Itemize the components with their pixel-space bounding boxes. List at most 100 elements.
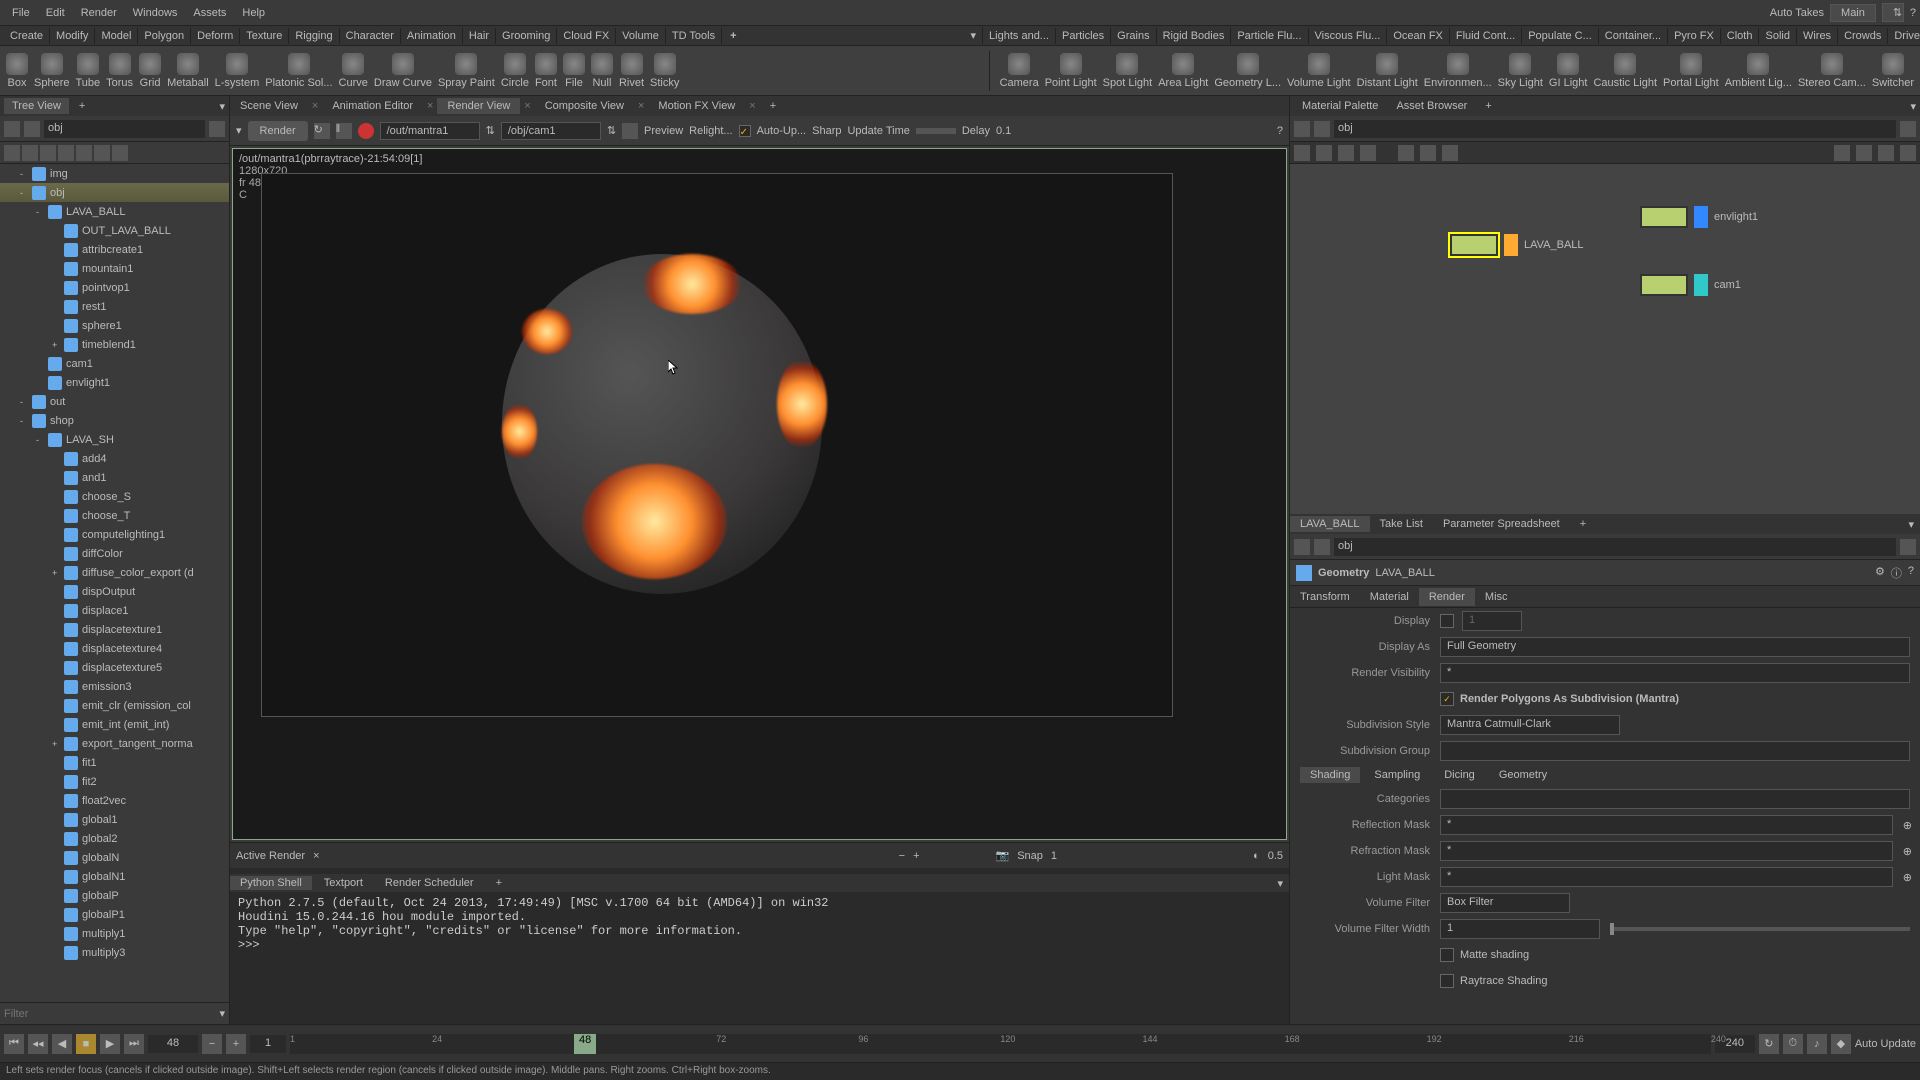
render-view[interactable]: /out/mantra1(pbrraytrace)-21:54:09[1] 12…	[232, 148, 1287, 840]
network-path-field[interactable]: obj	[1334, 120, 1896, 138]
tree-node[interactable]: OUT_LAVA_BALL	[0, 221, 229, 240]
param-subtab[interactable]: Material	[1360, 588, 1419, 606]
zoom-out-icon[interactable]: −	[899, 850, 905, 862]
param-subtab[interactable]: Transform	[1290, 588, 1360, 606]
rop-picker-icon[interactable]: ⇅	[486, 124, 495, 137]
updatetime-slider[interactable]	[916, 128, 956, 134]
shelf-tab[interactable]: Polygon	[138, 28, 191, 44]
tree-node[interactable]: add4	[0, 449, 229, 468]
tree-node[interactable]: +timeblend1	[0, 335, 229, 354]
shelf-tab[interactable]: Solid	[1759, 28, 1796, 44]
shading-subtab[interactable]: Sampling	[1364, 767, 1430, 783]
shelf-tab[interactable]: Rigid Bodies	[1157, 28, 1232, 44]
help-icon[interactable]: ?	[1910, 7, 1916, 19]
shading-subtab[interactable]: Shading	[1300, 767, 1360, 783]
tab-textport[interactable]: Textport	[314, 876, 373, 890]
net-fwd-icon[interactable]	[1314, 121, 1330, 137]
tab-render-scheduler[interactable]: Render Scheduler	[375, 876, 484, 890]
lightmask-picker-icon[interactable]: ⊕	[1903, 871, 1912, 884]
subdivgroup-field[interactable]	[1440, 741, 1910, 761]
shelf-tab[interactable]: Model	[95, 28, 138, 44]
net-opts-icon[interactable]	[1900, 145, 1916, 161]
tree-node[interactable]: -obj	[0, 183, 229, 202]
shelf-tool[interactable]: Sphere	[34, 53, 69, 89]
gear-icon[interactable]: ⚙	[1875, 565, 1885, 581]
tree-tool-4[interactable]	[58, 145, 74, 161]
node-name-label[interactable]: LAVA_BALL	[1375, 567, 1435, 579]
camera-icon[interactable]: 📷	[996, 849, 1010, 862]
play-back-button[interactable]: ◀	[52, 1034, 72, 1054]
shelf-tab[interactable]: Create	[4, 28, 50, 44]
menu-edit[interactable]: Edit	[38, 3, 73, 23]
filter-input[interactable]	[4, 1008, 219, 1020]
relight-label[interactable]: Relight...	[689, 125, 732, 137]
console-menu-icon[interactable]: ▾	[1271, 877, 1289, 890]
param-expand-icon[interactable]: ▾	[1902, 518, 1920, 531]
shelf-tool[interactable]: Distant Light	[1357, 53, 1418, 89]
tree-tool-2[interactable]	[22, 145, 38, 161]
shelf-tool[interactable]: Volume Light	[1287, 53, 1351, 89]
raytrace-checkbox[interactable]	[1440, 974, 1454, 988]
rop-dropdown[interactable]: /out/mantra1	[380, 122, 480, 140]
tree-node[interactable]: attribcreate1	[0, 240, 229, 259]
tab-python-shell[interactable]: Python Shell	[230, 876, 312, 890]
net-snap-icon[interactable]	[1856, 145, 1872, 161]
key-icon[interactable]: ◆	[1831, 1034, 1851, 1054]
tree-path-field[interactable]: obj	[44, 120, 205, 138]
loop-icon[interactable]: ↻	[1759, 1034, 1779, 1054]
display-value[interactable]: 1	[1462, 611, 1522, 631]
prev-key-button[interactable]: ◂◂	[28, 1034, 48, 1054]
autoupdate-checkbox[interactable]	[739, 125, 751, 137]
shelf-tool[interactable]: Torus	[106, 53, 133, 89]
shelf-tool[interactable]: File	[563, 53, 585, 89]
start-frame-field[interactable]: 1	[250, 1035, 286, 1053]
shelf-tool[interactable]: Sky Light	[1498, 53, 1543, 89]
shelf-tab[interactable]: Wires	[1797, 28, 1838, 44]
fwd-icon[interactable]	[24, 121, 40, 137]
tree-node[interactable]: sphere1	[0, 316, 229, 335]
shelf-tab[interactable]: Grooming	[496, 28, 557, 44]
shelf-add-a[interactable]: +	[722, 28, 744, 44]
shelf-tool[interactable]: Portal Light	[1663, 53, 1719, 89]
categories-field[interactable]	[1440, 789, 1910, 809]
shelf-tool[interactable]: Circle	[501, 53, 529, 89]
shelf-tool[interactable]: Point Light	[1045, 53, 1097, 89]
net-pin-icon[interactable]	[1900, 121, 1916, 137]
shelf-tool[interactable]: Area Light	[1158, 53, 1208, 89]
shelf-tab[interactable]: Populate C...	[1522, 28, 1599, 44]
tab-console-add[interactable]: +	[486, 876, 512, 890]
tree-node[interactable]: cam1	[0, 354, 229, 373]
network-node[interactable]: envlight1	[1640, 206, 1758, 228]
shelf-tool[interactable]: Metaball	[167, 53, 209, 89]
shelf-tab[interactable]: Particle Flu...	[1231, 28, 1308, 44]
param-back-icon[interactable]	[1294, 539, 1310, 555]
shelf-tool[interactable]: Ambient Lig...	[1725, 53, 1792, 89]
tree-node[interactable]: envlight1	[0, 373, 229, 392]
camera-dropdown[interactable]: /obj/cam1	[501, 122, 601, 140]
param-fwd-icon[interactable]	[1314, 539, 1330, 555]
net-tool-2[interactable]	[1316, 145, 1332, 161]
tab-tree-view[interactable]: Tree View	[4, 98, 69, 114]
shelf-tab[interactable]: Volume	[616, 28, 666, 44]
tree-tool-7[interactable]	[112, 145, 128, 161]
network-node[interactable]: cam1	[1640, 274, 1741, 296]
viewport-menu-icon[interactable]: ▾	[236, 124, 242, 137]
shelf-tool[interactable]: Box	[6, 53, 28, 89]
tab-close-icon[interactable]: ×	[308, 100, 322, 112]
shelf-tab[interactable]: Rigging	[289, 28, 339, 44]
snapshot-icon[interactable]	[622, 123, 638, 139]
tree-tool-3[interactable]	[40, 145, 56, 161]
tree-node[interactable]: -shop	[0, 411, 229, 430]
tree-node[interactable]: global2	[0, 829, 229, 848]
shelf-tab[interactable]: Hair	[463, 28, 496, 44]
tab-add-right[interactable]: +	[1477, 98, 1499, 114]
net-tool-5[interactable]	[1398, 145, 1414, 161]
shelf-tab[interactable]: Drive Simu...	[1888, 28, 1920, 44]
stop-button[interactable]: ■	[76, 1034, 96, 1054]
tree-node[interactable]: diffColor	[0, 544, 229, 563]
shelf-tool[interactable]: Grid	[139, 53, 161, 89]
shelf-tab[interactable]: Pyro FX	[1668, 28, 1721, 44]
frame-inc-button[interactable]: +	[226, 1034, 246, 1054]
audio-icon[interactable]: ♪	[1807, 1034, 1827, 1054]
tree-node[interactable]: globalN1	[0, 867, 229, 886]
